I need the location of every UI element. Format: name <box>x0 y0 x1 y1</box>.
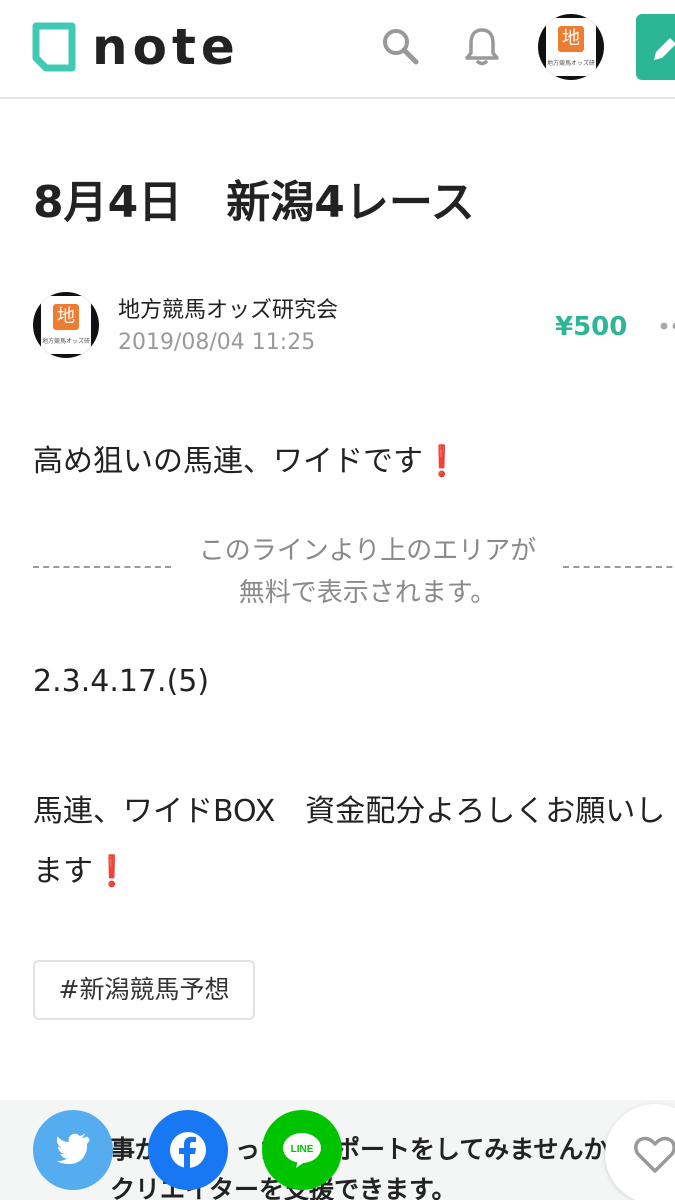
twitter-icon <box>56 1133 90 1165</box>
author-avatar-caption: 地方競馬オッズ研究会 <box>42 338 90 345</box>
user-avatar[interactable]: 地 地方競馬オッズ研究会 <box>538 14 604 80</box>
more-menu-icon[interactable] <box>658 316 675 336</box>
heart-icon <box>634 1136 675 1173</box>
top-header: note 地 地方競馬オッズ研究会 <box>0 0 675 99</box>
line-share-button[interactable]: LINE <box>262 1110 342 1190</box>
note-logo[interactable]: note <box>32 22 240 72</box>
logo-text: note <box>92 18 240 76</box>
page: note 地 地方競馬オッズ研究会 8月4日 新潟4レース 地 地方競馬オ <box>0 0 675 1200</box>
hashtag-chip[interactable]: #新潟競馬予想 <box>33 960 255 1020</box>
avatar-badge: 地 <box>558 26 584 52</box>
author-avatar-badge: 地 <box>53 304 79 330</box>
paywall-notice: このラインより上のエリアが 無料で表示されます。 <box>198 536 537 608</box>
line-label: LINE <box>291 1144 314 1155</box>
facebook-icon <box>170 1132 206 1168</box>
price-label: ¥500 <box>555 312 628 342</box>
facebook-share-button[interactable] <box>148 1110 228 1190</box>
body-paragraph-3-cont: ます❗ <box>33 854 131 889</box>
post-button[interactable] <box>636 14 675 80</box>
author-avatar[interactable]: 地 地方競馬オッズ研究会 <box>33 292 99 358</box>
body-paragraph-2: 2.3.4.17.(5) <box>33 664 210 699</box>
paywall-divider-right <box>563 566 675 568</box>
exclamation-icon: ❗ <box>423 444 461 479</box>
pencil-icon <box>654 38 675 60</box>
exclamation-icon: ❗ <box>93 854 131 889</box>
line-icon: LINE <box>283 1133 321 1168</box>
bell-icon[interactable] <box>462 26 502 66</box>
twitter-share-button[interactable] <box>33 1110 113 1190</box>
author-name[interactable]: 地方競馬オッズ研究会 <box>118 292 338 324</box>
body-paragraph-1: 高め狙いの馬連、ワイドです❗ <box>33 444 461 479</box>
paywall-divider-left <box>33 566 171 568</box>
article-title: 8月4日 新潟4レース <box>33 177 475 228</box>
note-logo-icon <box>32 22 76 72</box>
search-icon[interactable] <box>380 26 420 66</box>
avatar-caption: 地方競馬オッズ研究会 <box>547 60 595 67</box>
publish-date: 2019/08/04 11:25 <box>118 330 316 355</box>
body-paragraph-3: 馬連、ワイドBOX 資金配分よろしくお願いし <box>33 794 666 829</box>
